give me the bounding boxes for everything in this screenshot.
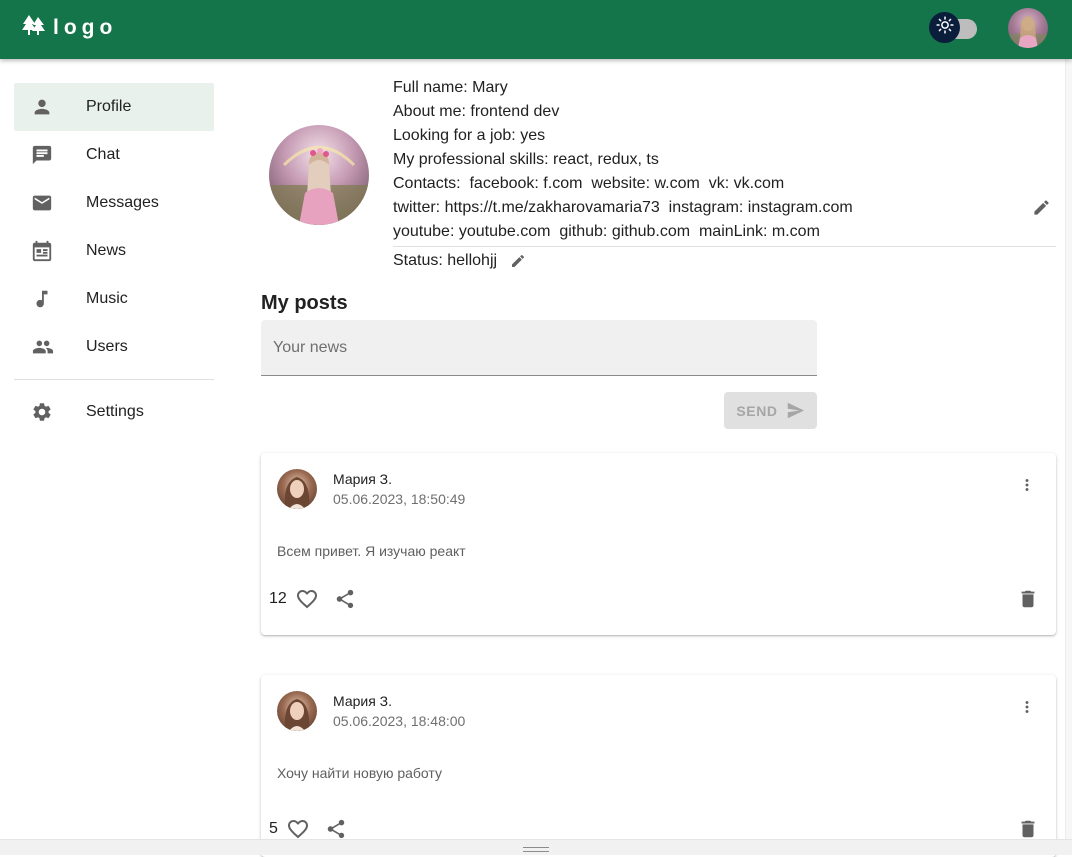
sidebar-item-music[interactable]: Music — [14, 275, 214, 323]
sidebar-item-label: Chat — [86, 146, 120, 163]
posts-title: My posts — [261, 292, 348, 314]
logo-text: logo — [53, 15, 118, 39]
scrollbar-track[interactable] — [1065, 59, 1072, 839]
heart-icon[interactable] — [289, 579, 325, 619]
like-count: 12 — [269, 590, 287, 607]
sidebar: Profile Chat Messages News Music Users S… — [14, 83, 214, 436]
profile-avatar — [269, 125, 369, 225]
trees-icon — [22, 14, 46, 41]
logo[interactable]: logo — [22, 14, 117, 41]
gear-icon — [14, 401, 86, 423]
status-row: Status: hellohjj — [393, 249, 1056, 273]
music-note-icon — [14, 288, 86, 310]
profile-divider — [393, 246, 1056, 247]
status-text[interactable]: Status: hellohjj — [393, 249, 497, 273]
post-author: Мария З. — [333, 693, 393, 709]
drag-handle-icon[interactable] — [523, 847, 549, 855]
sidebar-item-label: Settings — [86, 403, 144, 420]
sidebar-item-chat[interactable]: Chat — [14, 131, 214, 179]
people-icon — [14, 336, 86, 358]
looking-for-job: Looking for a job: yes — [393, 127, 546, 144]
delete-icon[interactable] — [1008, 579, 1048, 619]
contacts-line: twitter: https://t.me/zakharovamaria73 i… — [393, 199, 853, 216]
share-icon[interactable] — [325, 579, 365, 619]
app-bar: logo — [0, 0, 1072, 59]
post-date: 05.06.2023, 18:48:00 — [333, 713, 466, 729]
sidebar-item-label: News — [86, 242, 127, 259]
mail-icon — [14, 192, 86, 214]
sidebar-item-label: Music — [86, 290, 128, 307]
more-vert-icon[interactable] — [1018, 475, 1036, 500]
professional-skills: My professional skills: react, redux, ts — [393, 151, 659, 168]
post-date: 05.06.2023, 18:50:49 — [333, 491, 466, 507]
sidebar-item-news[interactable]: News — [14, 227, 214, 275]
sidebar-item-label: Messages — [86, 194, 159, 211]
post-text: Хочу найти новую работу — [277, 765, 442, 781]
chat-icon — [14, 144, 86, 166]
post-author-avatar[interactable] — [277, 691, 317, 731]
sidebar-item-profile[interactable]: Profile — [14, 83, 214, 131]
sidebar-divider — [14, 379, 214, 380]
send-icon — [786, 402, 805, 419]
edit-status-icon[interactable] — [510, 253, 526, 269]
bottom-resize-bar[interactable] — [0, 839, 1072, 855]
post-card: Мария З. 05.06.2023, 18:48:00 Хочу найти… — [261, 675, 1056, 857]
user-avatar[interactable] — [1008, 8, 1048, 48]
post-author-avatar[interactable] — [277, 469, 317, 509]
send-label: SEND — [736, 402, 778, 419]
contacts-line: youtube: youtube.com github: github.com … — [393, 223, 820, 240]
post-text: Всем привет. Я изучаю реакт — [277, 543, 466, 559]
sidebar-item-users[interactable]: Users — [14, 323, 214, 371]
post-author: Мария З. — [333, 471, 393, 487]
post-actions: 12 — [269, 579, 365, 619]
about-me: About me: frontend dev — [393, 103, 560, 120]
theme-toggle[interactable] — [929, 12, 981, 43]
edit-profile-icon[interactable] — [1032, 198, 1051, 222]
contacts-line: Contacts: facebook: f.com website: w.com… — [393, 175, 785, 192]
send-button[interactable]: SEND — [724, 392, 817, 429]
profile-info: Full name: Mary About me: frontend dev L… — [393, 76, 1056, 273]
toggle-thumb — [929, 12, 960, 43]
like-count: 5 — [269, 820, 278, 837]
sun-icon — [935, 16, 954, 39]
news-input[interactable] — [261, 320, 817, 376]
full-name: Full name: Mary — [393, 79, 508, 96]
post-card: Мария З. 05.06.2023, 18:50:49 Всем приве… — [261, 453, 1056, 635]
more-vert-icon[interactable] — [1018, 697, 1036, 722]
sidebar-item-settings[interactable]: Settings — [14, 388, 214, 436]
sidebar-item-label: Profile — [86, 98, 132, 115]
calendar-icon — [14, 240, 86, 262]
person-icon — [14, 96, 86, 118]
sidebar-item-messages[interactable]: Messages — [14, 179, 214, 227]
sidebar-item-label: Users — [86, 338, 128, 355]
